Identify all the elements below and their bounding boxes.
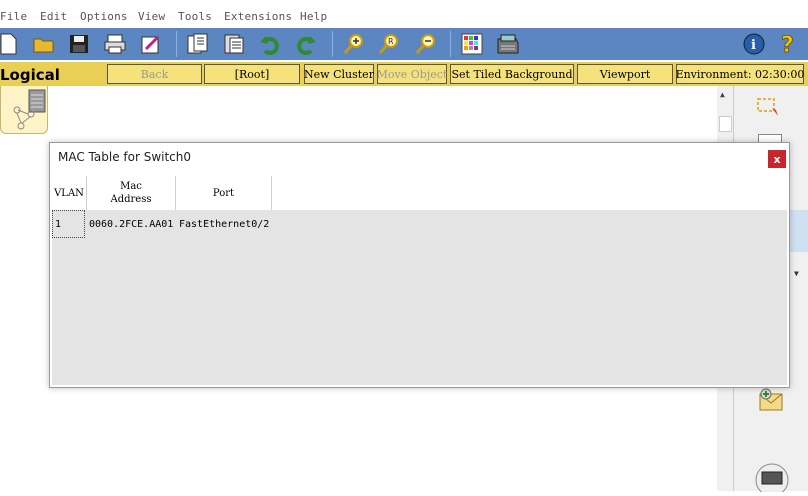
- select-tool-icon[interactable]: [756, 96, 782, 122]
- zoom-in-icon[interactable]: [342, 32, 366, 56]
- root-button[interactable]: [Root]: [204, 64, 300, 84]
- menu-view[interactable]: View: [138, 10, 165, 23]
- paste-icon[interactable]: [222, 32, 246, 56]
- menu-help[interactable]: Help: [300, 10, 327, 23]
- menu-tools[interactable]: Tools: [178, 10, 212, 23]
- table-header: VLAN Mac Address Port: [52, 176, 787, 210]
- zoom-out-icon[interactable]: [414, 32, 438, 56]
- logical-view-tab[interactable]: [0, 86, 48, 134]
- table-cell-port[interactable]: FastEthernet0/2: [179, 210, 275, 238]
- table-cell-mac[interactable]: 0060.2FCE.AA01: [89, 210, 177, 238]
- copy-icon[interactable]: [186, 32, 210, 56]
- set-tiled-background-button[interactable]: Set Tiled Background: [450, 64, 574, 84]
- dialog-title: MAC Table for Switch0: [58, 150, 192, 164]
- redo-icon[interactable]: [294, 32, 318, 56]
- menu-bar: File Edit Options View Tools Extensions …: [0, 8, 808, 26]
- open-folder-icon[interactable]: [32, 32, 56, 56]
- logical-label: Logical: [0, 66, 60, 84]
- mac-table: VLAN Mac Address Port 1 0060.2FCE.AA01 F…: [52, 176, 787, 385]
- info-icon[interactable]: i: [742, 32, 766, 56]
- back-button[interactable]: Back: [107, 64, 202, 84]
- zoom-reset-icon[interactable]: R: [377, 32, 401, 56]
- environment-button[interactable]: Environment: 02:30:00: [676, 64, 804, 84]
- custom-device-icon[interactable]: [496, 32, 520, 56]
- svg-text:i: i: [751, 38, 756, 53]
- viewport-button[interactable]: Viewport: [577, 64, 673, 84]
- close-button[interactable]: x: [768, 150, 786, 168]
- palette-icon[interactable]: [460, 32, 484, 56]
- scroll-thumb[interactable]: [719, 116, 732, 132]
- panel-expand-icon[interactable]: ▼: [794, 269, 799, 278]
- print-icon[interactable]: [103, 32, 127, 56]
- save-icon[interactable]: [67, 32, 91, 56]
- add-complex-pdu-icon[interactable]: [758, 386, 784, 416]
- column-header-vlan: VLAN: [52, 176, 87, 210]
- svg-text:R: R: [388, 37, 394, 46]
- undo-icon[interactable]: [258, 32, 282, 56]
- main-toolbar: R i ?: [0, 28, 808, 60]
- column-header-port: Port: [176, 176, 272, 210]
- move-object-button[interactable]: Move Object: [377, 64, 447, 84]
- help-icon[interactable]: ?: [777, 32, 801, 56]
- svg-text:?: ?: [781, 33, 794, 56]
- table-cell-vlan[interactable]: 1: [52, 210, 85, 238]
- activity-wizard-icon[interactable]: [139, 32, 163, 56]
- menu-options[interactable]: Options: [80, 10, 128, 23]
- topology-icon: [13, 89, 46, 130]
- scroll-up-icon[interactable]: ▲: [720, 90, 725, 99]
- menu-file[interactable]: File: [0, 10, 27, 23]
- mac-table-dialog: MAC Table for Switch0 x VLAN Mac Address…: [49, 142, 790, 388]
- new-cluster-button[interactable]: New Cluster: [304, 64, 374, 84]
- new-file-icon[interactable]: [0, 32, 20, 56]
- menu-edit[interactable]: Edit: [40, 10, 67, 23]
- menu-extensions[interactable]: Extensions: [224, 10, 292, 23]
- column-header-mac-address: Mac Address: [87, 176, 176, 210]
